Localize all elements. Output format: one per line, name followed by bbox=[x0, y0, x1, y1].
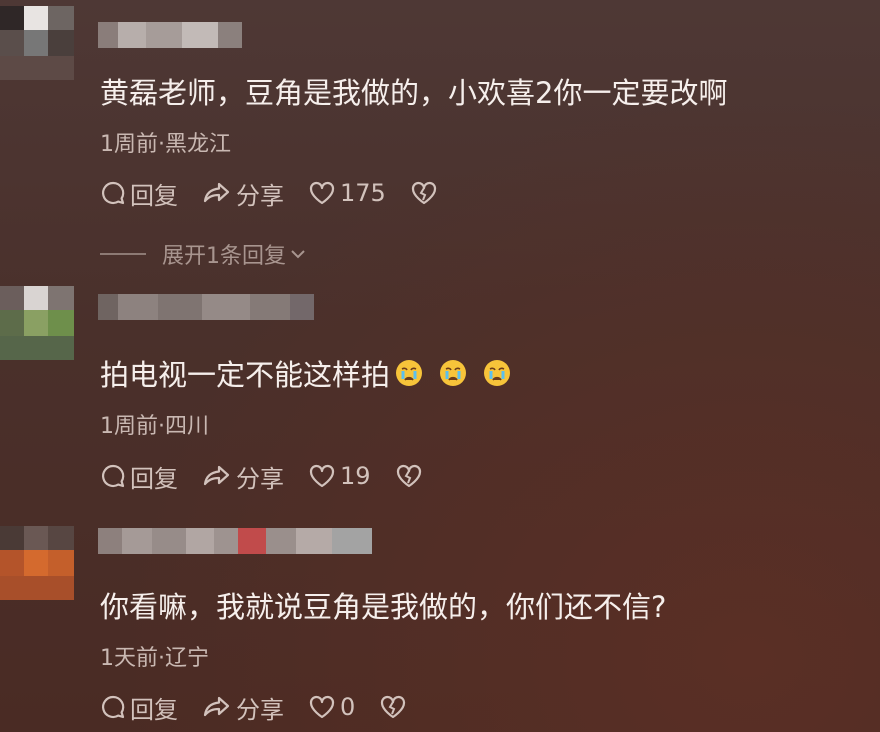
share-button[interactable]: 分享 bbox=[202, 176, 284, 211]
share-arrow-icon bbox=[203, 465, 230, 486]
comment-text-row: 拍电视一定不能这样拍 bbox=[100, 352, 512, 394]
comment-bubble-icon bbox=[102, 464, 125, 488]
username-blurred[interactable] bbox=[98, 22, 242, 48]
expand-label: 展开1条回复 bbox=[162, 244, 286, 269]
like-button[interactable]: 175 bbox=[308, 179, 386, 207]
comment-actions: 回复 分享 175 bbox=[100, 176, 462, 210]
dislike-button[interactable] bbox=[410, 180, 438, 206]
comment-bubble-icon bbox=[102, 181, 125, 205]
comment-text: 你看嘛，我就说豆角是我做的，你们还不信? bbox=[100, 590, 667, 624]
username-blurred[interactable] bbox=[98, 528, 372, 554]
reply-label: 回复 bbox=[130, 695, 178, 724]
crying-face-emoji-icon bbox=[440, 360, 467, 386]
avatar[interactable] bbox=[0, 6, 74, 80]
like-button[interactable]: 0 bbox=[308, 693, 355, 721]
reply-label: 回复 bbox=[130, 464, 178, 493]
comment-meta: 1天前·辽宁 bbox=[100, 646, 209, 671]
comment-bubble-icon bbox=[102, 695, 125, 719]
comment-actions: 回复 分享 0 bbox=[100, 690, 431, 724]
share-label: 分享 bbox=[236, 695, 284, 724]
share-label: 分享 bbox=[236, 181, 284, 210]
dislike-button[interactable] bbox=[379, 694, 407, 720]
comment-text: 拍电视一定不能这样拍 bbox=[100, 358, 391, 392]
comment-actions: 回复 分享 19 bbox=[100, 459, 447, 493]
comment-meta: 1周前·四川 bbox=[100, 414, 209, 439]
expand-replies-button[interactable]: 展开1条回复 bbox=[100, 238, 308, 270]
broken-heart-icon bbox=[411, 181, 436, 205]
chevron-down-icon bbox=[291, 250, 305, 259]
like-count: 0 bbox=[340, 693, 356, 721]
like-button[interactable]: 19 bbox=[308, 462, 371, 490]
crying-face-emoji-icon bbox=[396, 360, 423, 386]
broken-heart-icon bbox=[381, 695, 406, 719]
like-count: 175 bbox=[340, 179, 386, 207]
avatar[interactable] bbox=[0, 526, 74, 600]
reply-button[interactable]: 回复 bbox=[100, 176, 178, 211]
share-label: 分享 bbox=[236, 464, 284, 493]
share-arrow-icon bbox=[203, 182, 230, 203]
reply-label: 回复 bbox=[130, 181, 178, 210]
heart-icon bbox=[309, 695, 335, 719]
share-button[interactable]: 分享 bbox=[202, 690, 284, 725]
heart-icon bbox=[309, 181, 335, 205]
avatar[interactable] bbox=[0, 286, 74, 360]
reply-button[interactable]: 回复 bbox=[100, 459, 178, 494]
like-count: 19 bbox=[340, 462, 371, 490]
dislike-button[interactable] bbox=[395, 463, 423, 489]
crying-face-emoji-icon bbox=[484, 360, 511, 386]
heart-icon bbox=[309, 464, 335, 488]
comment-text: 黄磊老师，豆角是我做的，小欢喜2你一定要改啊 bbox=[100, 76, 728, 110]
reply-button[interactable]: 回复 bbox=[100, 690, 178, 725]
expand-divider bbox=[100, 253, 146, 255]
username-blurred[interactable] bbox=[98, 294, 314, 320]
broken-heart-icon bbox=[396, 464, 421, 488]
share-button[interactable]: 分享 bbox=[202, 459, 284, 494]
share-arrow-icon bbox=[203, 696, 230, 717]
comment-meta: 1周前·黑龙江 bbox=[100, 132, 231, 157]
